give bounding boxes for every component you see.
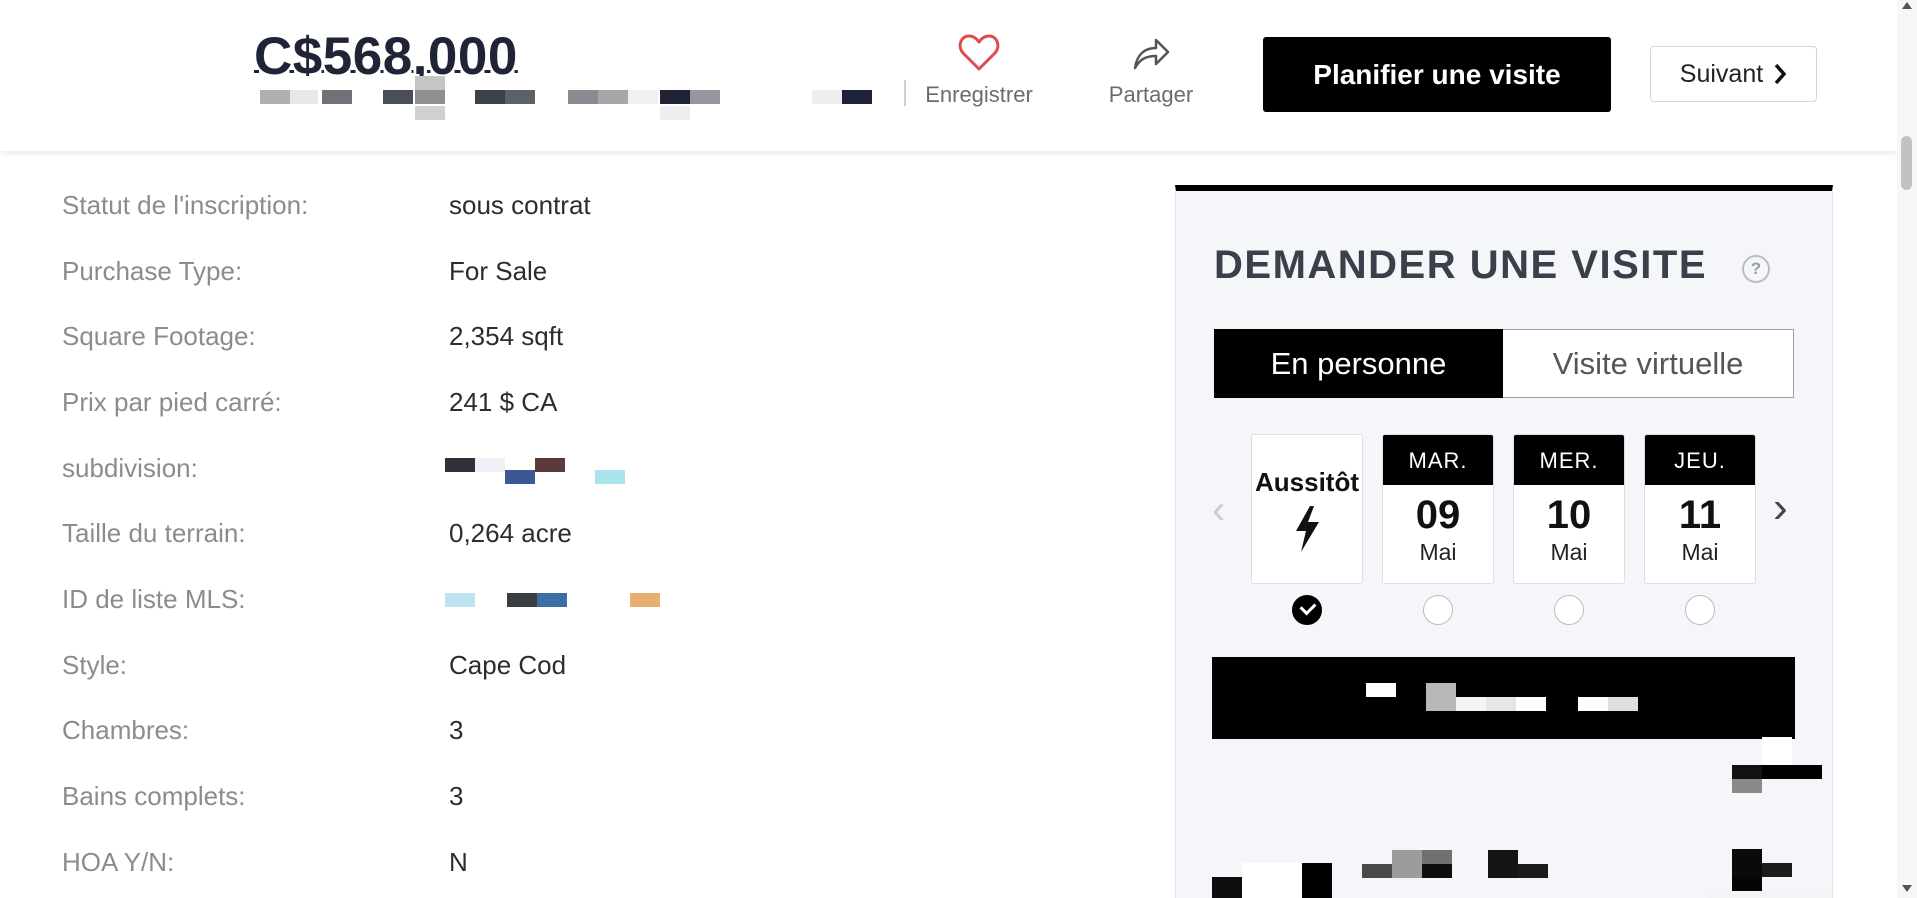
next-label: Suivant [1679, 59, 1764, 88]
detail-row: Taille du terrain: 0,264 acre [62, 513, 1062, 553]
date-day: 09 [1415, 493, 1461, 537]
detail-label: Style: [62, 650, 128, 680]
subdivision-redacted [445, 454, 695, 484]
tour-mode-in-person[interactable]: En personne [1214, 329, 1503, 398]
detail-value: N [449, 847, 468, 877]
scroll-up-arrow[interactable] [1902, 2, 1912, 9]
date-option[interactable]: MER. 10 Mai [1513, 434, 1625, 584]
detail-value: 241 $ CA [449, 387, 558, 417]
asap-label: Aussitôt [1255, 467, 1359, 497]
redacted-agent-info [1212, 737, 1832, 898]
date-day: 10 [1546, 493, 1592, 537]
date-day: 11 [1678, 493, 1722, 537]
detail-row: subdivision: [62, 448, 1062, 488]
panel-title: DEMANDER UNE VISITE [1214, 243, 1707, 287]
detail-row: ID de liste MLS: [62, 579, 1062, 619]
detail-value: Cape Cod [449, 650, 567, 680]
detail-label: Taille du terrain: [62, 518, 246, 548]
tour-mode-toggle: En personne Visite virtuelle [1214, 329, 1794, 398]
help-icon[interactable]: ? [1742, 255, 1770, 283]
detail-value: 3 [449, 715, 464, 745]
heart-icon [958, 34, 1000, 71]
detail-row: Chambres: 3 [62, 710, 1062, 750]
detail-row: Prix par pied carré: 241 $ CA [62, 382, 1062, 422]
date-weekday: MER. [1514, 435, 1624, 485]
date-option-asap[interactable]: Aussitôt [1251, 434, 1363, 584]
schedule-tour-button[interactable]: Planifier une visite [1263, 37, 1611, 112]
save-label: Enregistrer [925, 82, 1033, 107]
date-radio-asap[interactable] [1292, 595, 1322, 625]
request-tour-panel: DEMANDER UNE VISITE ? En personne Visite… [1175, 185, 1833, 898]
date-radio[interactable] [1423, 595, 1453, 625]
detail-label: ID de liste MLS: [62, 584, 246, 614]
date-month: Mai [1419, 539, 1457, 565]
date-radio[interactable] [1554, 595, 1584, 625]
date-month: Mai [1681, 539, 1719, 565]
detail-row: Style: Cape Cod [62, 645, 1062, 685]
save-button[interactable]: Enregistrer [916, 34, 1042, 108]
date-weekday: JEU. [1645, 435, 1755, 485]
detail-value: 3 [449, 781, 464, 811]
header-divider [904, 80, 906, 106]
detail-value: 2,354 sqft [449, 321, 564, 351]
detail-label: subdivision: [62, 453, 198, 483]
scroll-thumb[interactable] [1901, 136, 1912, 190]
date-month: Mai [1550, 539, 1588, 565]
chevron-right-icon [1774, 63, 1787, 85]
detail-label: Bains complets: [62, 781, 246, 811]
detail-row: Square Footage: 2,354 sqft [62, 316, 1062, 356]
detail-row: HOA Y/N: N [62, 842, 1062, 882]
date-radio[interactable] [1685, 595, 1715, 625]
detail-value: sous contrat [449, 190, 591, 220]
page-scrollbar[interactable] [1897, 0, 1917, 898]
detail-row: Bains complets: 3 [62, 776, 1062, 816]
date-option[interactable]: MAR. 09 Mai [1382, 434, 1494, 584]
date-option[interactable]: JEU. 11 Mai [1644, 434, 1756, 584]
sticky-header: C$568,000 Enregistrer Partager Planifier… [0, 0, 1897, 151]
lightning-bolt-icon [1296, 506, 1319, 552]
share-arrow-icon [1133, 38, 1170, 70]
detail-label: HOA Y/N: [62, 847, 175, 877]
detail-value: 0,264 acre [449, 518, 572, 548]
detail-label: Prix par pied carré: [62, 387, 282, 417]
detail-label: Purchase Type: [62, 256, 243, 286]
share-button[interactable]: Partager [1096, 34, 1206, 108]
chevron-left-icon[interactable]: ‹ [1212, 488, 1225, 533]
tour-mode-virtual[interactable]: Visite virtuelle [1503, 329, 1794, 398]
mls-id-redacted [445, 585, 695, 613]
detail-row: Statut de l'inscription: sous contrat [62, 185, 1062, 225]
scroll-down-arrow[interactable] [1902, 885, 1912, 892]
chevron-right-dates-icon[interactable]: › [1773, 483, 1788, 533]
next-listing-button[interactable]: Suivant [1650, 46, 1817, 102]
redacted-submit-button[interactable] [1212, 657, 1795, 739]
detail-value: For Sale [449, 256, 548, 286]
date-weekday: MAR. [1383, 435, 1493, 485]
detail-row: Purchase Type: For Sale [62, 251, 1062, 291]
address-redacted [260, 76, 875, 122]
detail-label: Statut de l'inscription: [62, 190, 309, 220]
listing-price: C$568,000 [254, 27, 518, 76]
detail-label: Square Footage: [62, 321, 256, 351]
detail-label: Chambres: [62, 715, 190, 745]
share-label: Partager [1108, 82, 1194, 107]
